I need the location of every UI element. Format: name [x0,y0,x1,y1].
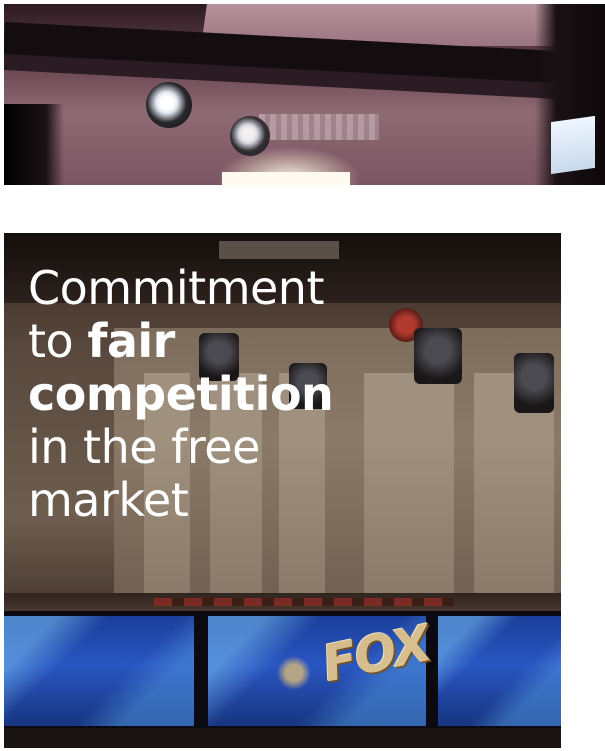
ceiling-vent [259,114,379,140]
spotlight-fixture [230,116,270,156]
headline-line-2-regular: to [28,314,88,368]
spotlight-fixture [146,82,192,128]
headline-line-1: Commitment [28,261,325,315]
ceiling-sign [219,241,339,259]
left-post [4,104,64,185]
rig-light [514,353,554,413]
headline: Commitment to fair competition in the fr… [28,262,388,527]
headline-line-4: in the free [28,420,260,474]
rig-light [414,328,462,384]
headline-line-2: to fair [28,315,388,368]
video-screen [4,616,194,726]
light-glow [222,172,350,185]
red-light-strip [154,598,454,606]
bright-window [551,115,595,175]
headline-line-5: market [28,473,189,527]
studio-ceiling-photo [4,4,605,185]
headline-line-3-bold: competition [28,367,334,421]
headline-line-2-bold: fair [87,314,175,368]
video-screen [438,616,561,726]
headline-line-3: competition [28,368,388,421]
studio-desk [4,728,561,748]
screen-logo-glow [274,653,314,693]
